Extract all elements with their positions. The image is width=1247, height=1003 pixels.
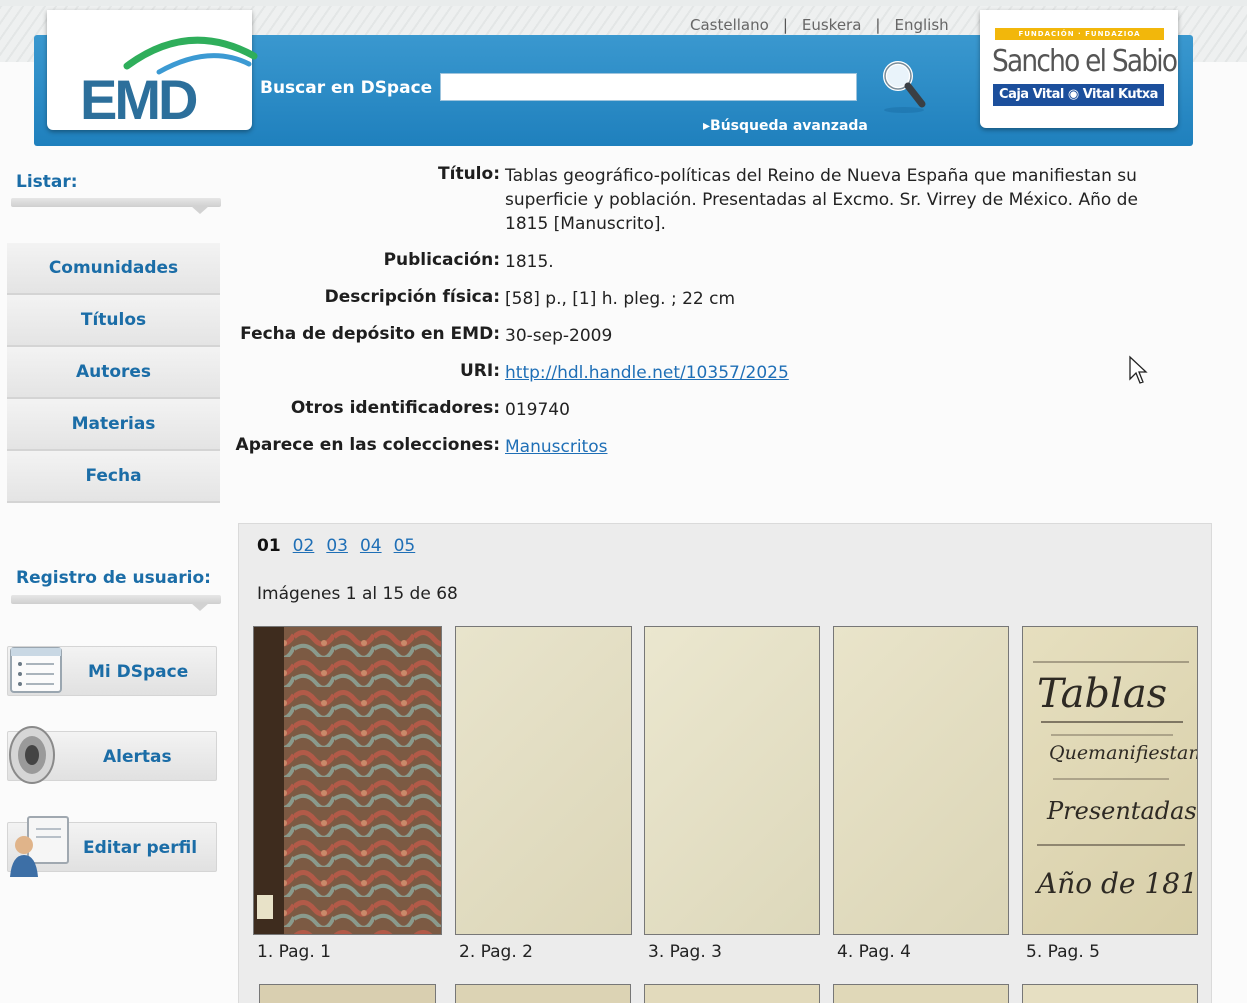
thumbnail-caption: 1. Pag. 1 <box>257 942 331 962</box>
mi-dspace-label: Mi DSpace <box>88 662 189 682</box>
coleccion-link[interactable]: Manuscritos <box>505 437 607 457</box>
colecciones-label: Aparece en las colecciones: <box>235 435 500 455</box>
manuscript-title-page-image: Tablas Quemanifiestan Presentadas Año de… <box>1033 661 1198 900</box>
thumbnail-caption: 4. Pag. 4 <box>837 942 911 962</box>
marbled-cover-image <box>254 627 441 934</box>
user-profile-icon <box>10 816 69 877</box>
thumbnail-caption: 3. Pag. 3 <box>648 942 722 962</box>
mi-dspace-button[interactable]: Mi DSpace <box>7 646 217 696</box>
page-current: 01 <box>257 536 281 556</box>
speaker-icon <box>9 726 55 784</box>
nav-fecha[interactable]: Fecha <box>7 451 220 503</box>
uri-link[interactable]: http://hdl.handle.net/10357/2025 <box>505 363 789 383</box>
editar-perfil-label: Editar perfil <box>83 838 198 858</box>
nav-titulos[interactable]: Títulos <box>7 295 220 347</box>
uri-value: http://hdl.handle.net/10357/2025 <box>505 361 1155 385</box>
page-link[interactable]: 03 <box>326 536 348 556</box>
svg-text:Quemanifiestan: Quemanifiestan <box>1049 742 1198 764</box>
lang-separator: | <box>782 16 788 34</box>
nav-materias[interactable]: Materias <box>7 399 220 451</box>
emd-logo[interactable]: EMD <box>47 10 258 131</box>
editar-perfil-button[interactable]: Editar perfil <box>7 816 217 877</box>
otros-label: Otros identificadores: <box>290 398 500 418</box>
thumbnail-caption: 5. Pag. 5 <box>1026 942 1100 962</box>
pagination: 01 02 03 04 05 <box>257 536 427 556</box>
thumbnail-page-9[interactable] <box>833 984 1009 1003</box>
alertas-button[interactable]: Alertas <box>7 726 217 784</box>
thumbnail-page-6[interactable] <box>259 984 436 1003</box>
thumbnail-page-2[interactable] <box>455 626 632 935</box>
svg-text:Tablas: Tablas <box>1037 671 1167 717</box>
colecciones-value: Manuscritos <box>505 435 1155 459</box>
image-viewer: 01 02 03 04 05 Imágenes 1 al 15 de 68 1. Pag… <box>238 523 1212 1003</box>
alertas-label: Alertas <box>103 747 172 767</box>
fecha-label: Fecha de depósito en EMD: <box>240 324 500 344</box>
titulo-label: Título: <box>438 164 500 184</box>
thumbnail-page-5[interactable]: Tablas Quemanifiestan Presentadas Año de… <box>1022 626 1198 935</box>
publicacion-value: 1815. <box>505 252 554 272</box>
search-input[interactable] <box>440 73 857 101</box>
advanced-search-link[interactable]: ▸Búsqueda avanzada <box>703 118 868 134</box>
nav-autores[interactable]: Autores <box>7 347 220 399</box>
language-switcher: Castellano | Euskera | English <box>690 16 949 34</box>
browse-nav: Comunidades Títulos Autores Materias Fec… <box>7 243 220 503</box>
uri-label: URI: <box>459 361 500 381</box>
descripcion-label: Descripción física: <box>324 287 500 307</box>
lang-euskera[interactable]: Euskera <box>802 16 862 34</box>
otros-value: 019740 <box>505 400 570 420</box>
lang-english[interactable]: English <box>894 16 948 34</box>
list-icon <box>10 647 62 693</box>
user-heading: Registro de usuario: <box>16 568 211 588</box>
fecha-value: 30-sep-2009 <box>505 326 613 346</box>
publicacion-label: Publicación: <box>383 250 500 270</box>
sponsor-title: Sancho el Sabio <box>992 44 1178 79</box>
listar-divider <box>11 198 221 214</box>
logo-text: EMD <box>80 68 198 131</box>
descripcion-value: [58] p., [1] h. pleg. ; 22 cm <box>505 289 736 309</box>
page-link[interactable]: 02 <box>293 536 315 556</box>
thumbnail-page-4[interactable] <box>833 626 1009 935</box>
svg-text:Presentadas: Presentadas <box>1046 797 1197 825</box>
page-link[interactable]: 05 <box>394 536 416 556</box>
search-icon[interactable] <box>880 58 928 114</box>
mouse-cursor-icon <box>1129 355 1148 384</box>
svg-text:Año de 1815: Año de 1815 <box>1034 867 1198 900</box>
page-link[interactable]: 04 <box>360 536 382 556</box>
search-label: Buscar en DSpace <box>260 78 433 98</box>
thumbnail-caption: 2. Pag. 2 <box>459 942 533 962</box>
image-count: Imágenes 1 al 15 de 68 <box>257 584 458 604</box>
thumbnail-page-3[interactable] <box>644 626 820 935</box>
thumbnail-page-1[interactable] <box>253 626 442 935</box>
titulo-value: Tablas geográfico-políticas del Reino de… <box>505 166 1138 234</box>
user-divider <box>11 595 221 611</box>
nav-comunidades[interactable]: Comunidades <box>7 243 220 295</box>
lang-separator: | <box>875 16 881 34</box>
sponsor-subtitle: Caja Vital ◉ Vital Kutxa <box>993 84 1164 106</box>
thumbnail-page-7[interactable] <box>455 984 631 1003</box>
sponsor-logo[interactable]: FUNDACIÓN · FUNDAZIOA Sancho el Sabio Ca… <box>980 10 1178 128</box>
listar-heading: Listar: <box>16 172 78 192</box>
lang-castellano[interactable]: Castellano <box>690 16 769 34</box>
thumbnail-page-10[interactable] <box>1022 984 1198 1003</box>
sponsor-band: FUNDACIÓN · FUNDAZIOA <box>995 28 1164 40</box>
thumbnail-page-8[interactable] <box>644 984 820 1003</box>
